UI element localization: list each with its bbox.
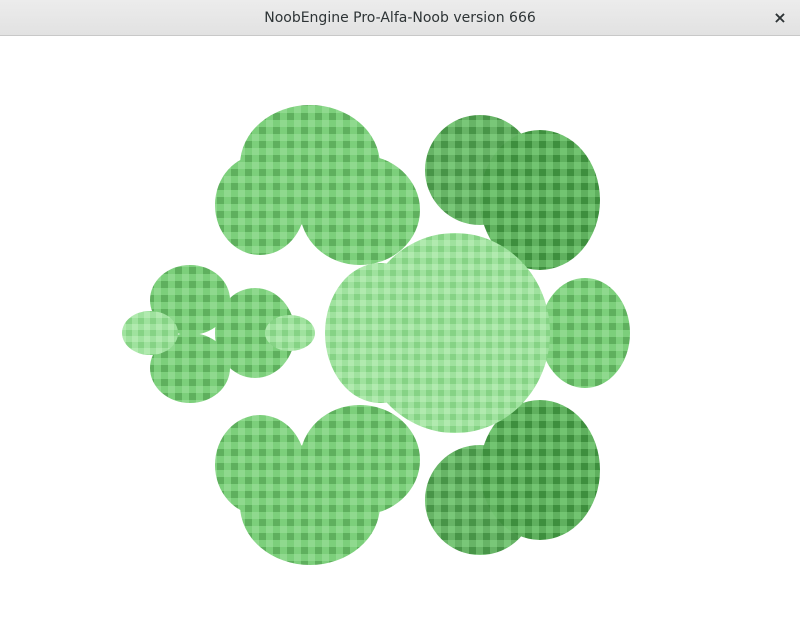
close-button[interactable]: × [768,6,792,30]
cube-cluster [325,263,435,403]
cube-cluster [215,155,305,255]
cube-cluster [300,405,420,515]
window-title: NoobEngine Pro-Alfa-Noob version 666 [264,10,536,26]
cube-cluster [425,445,535,555]
app-window: NoobEngine Pro-Alfa-Noob version 666 × [0,0,800,637]
cube-cluster [300,155,420,265]
render-viewport[interactable] [0,36,800,637]
cube-cluster [265,315,315,351]
cube-cluster [215,415,305,515]
cube-cluster [122,311,178,355]
cube-cluster [425,115,535,225]
title-bar[interactable]: NoobEngine Pro-Alfa-Noob version 666 × [0,0,800,36]
cube-cluster [540,278,630,388]
fractal-shapes [122,105,630,565]
fractal-render [122,105,630,565]
